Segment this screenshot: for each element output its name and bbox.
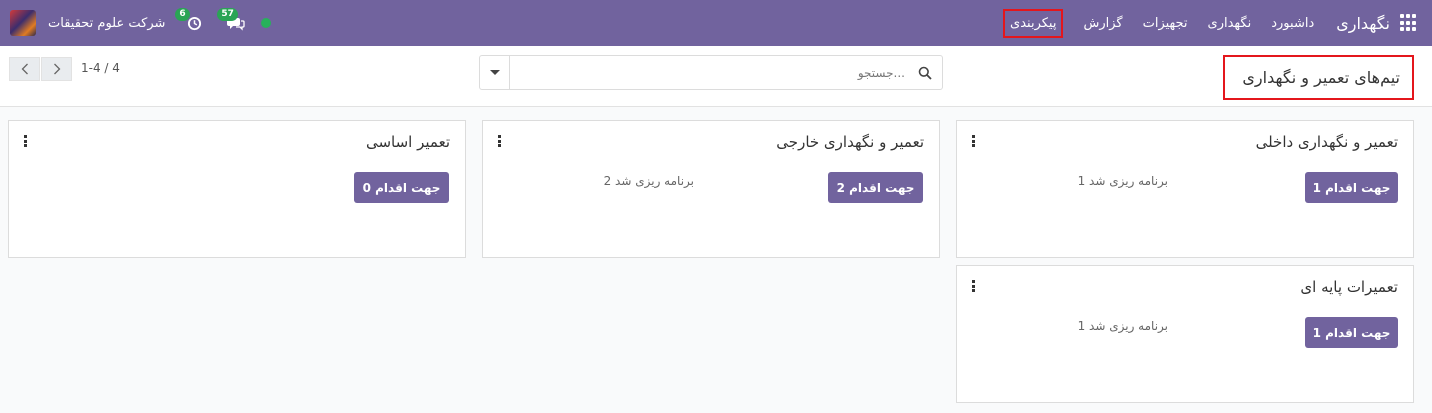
- team-card[interactable]: تعمیرات پایه ای 1 جهت اقدام 1 برنامه ریز…: [956, 265, 1414, 403]
- team-name[interactable]: تعمیر و نگهداری داخلی: [1256, 133, 1398, 151]
- menu-reporting[interactable]: گزارش: [1083, 16, 1122, 31]
- messages-badge: 57: [217, 8, 238, 21]
- app-brand[interactable]: نگهداری: [1336, 14, 1390, 33]
- activity-menu[interactable]: 6: [175, 8, 205, 34]
- kebab-menu-icon[interactable]: [972, 280, 976, 292]
- todo-button[interactable]: 1 جهت اقدام: [1305, 172, 1398, 203]
- presence-status-dot: [261, 18, 272, 28]
- menu-configuration[interactable]: پیکربندی: [1003, 8, 1064, 38]
- main-menu: نگهداری داشبورد نگهداری تجهیزات گزارش پی…: [993, 0, 1418, 46]
- search-icon[interactable]: [918, 66, 932, 80]
- kebab-menu-icon[interactable]: [24, 135, 28, 147]
- team-card[interactable]: تعمیر اساسی 0 جهت اقدام: [8, 120, 466, 258]
- team-card[interactable]: تعمیر و نگهداری داخلی 1 جهت اقدام 1 برنا…: [956, 120, 1414, 258]
- pager-previous-button[interactable]: [9, 57, 40, 81]
- page-title: تیم‌های تعمیر و نگهداری: [1223, 55, 1414, 100]
- apps-grid-icon[interactable]: [1400, 14, 1418, 32]
- search-input[interactable]: [511, 56, 911, 89]
- pager-value[interactable]: 1-4 / 4: [81, 61, 120, 75]
- menu-equipment[interactable]: تجهیزات: [1143, 16, 1188, 31]
- menu-maintenance[interactable]: نگهداری: [1208, 16, 1252, 31]
- team-name[interactable]: تعمیرات پایه ای: [1300, 278, 1398, 296]
- kebab-menu-icon[interactable]: [972, 135, 976, 147]
- control-panel: تیم‌های تعمیر و نگهداری 1-4 / 4: [0, 46, 1432, 107]
- messaging-menu[interactable]: 57: [217, 8, 247, 34]
- avatar[interactable]: [10, 10, 36, 36]
- pager-next-button[interactable]: [41, 57, 72, 81]
- planned-link[interactable]: 1 برنامه ریزی شد: [1078, 319, 1168, 333]
- team-name[interactable]: تعمیر و نگهداری خارجی: [776, 133, 924, 151]
- search-options-toggle[interactable]: [480, 56, 510, 89]
- kebab-menu-icon[interactable]: [498, 135, 502, 147]
- company-name[interactable]: شرکت علوم تحقیقات: [48, 16, 165, 31]
- caret-down-icon: [489, 70, 500, 75]
- clock-icon: [187, 16, 201, 30]
- chevron-right-icon: [53, 63, 60, 75]
- planned-link[interactable]: 2 برنامه ریزی شد: [604, 174, 694, 188]
- search-bar: [479, 55, 943, 90]
- team-card[interactable]: تعمیر و نگهداری خارجی 2 جهت اقدام 2 برنا…: [482, 120, 940, 258]
- todo-button[interactable]: 1 جهت اقدام: [1305, 317, 1398, 348]
- team-name[interactable]: تعمیر اساسی: [366, 133, 450, 151]
- activity-badge: 6: [175, 8, 190, 21]
- chevron-left-icon: [21, 63, 28, 75]
- planned-link[interactable]: 1 برنامه ریزی شد: [1078, 174, 1168, 188]
- menu-dashboard[interactable]: داشبورد: [1271, 16, 1314, 31]
- top-navbar: نگهداری داشبورد نگهداری تجهیزات گزارش پی…: [0, 0, 1432, 46]
- todo-button[interactable]: 2 جهت اقدام: [828, 172, 923, 203]
- systray: شرکت علوم تحقیقات 6 57: [10, 0, 285, 46]
- todo-button[interactable]: 0 جهت اقدام: [354, 172, 449, 203]
